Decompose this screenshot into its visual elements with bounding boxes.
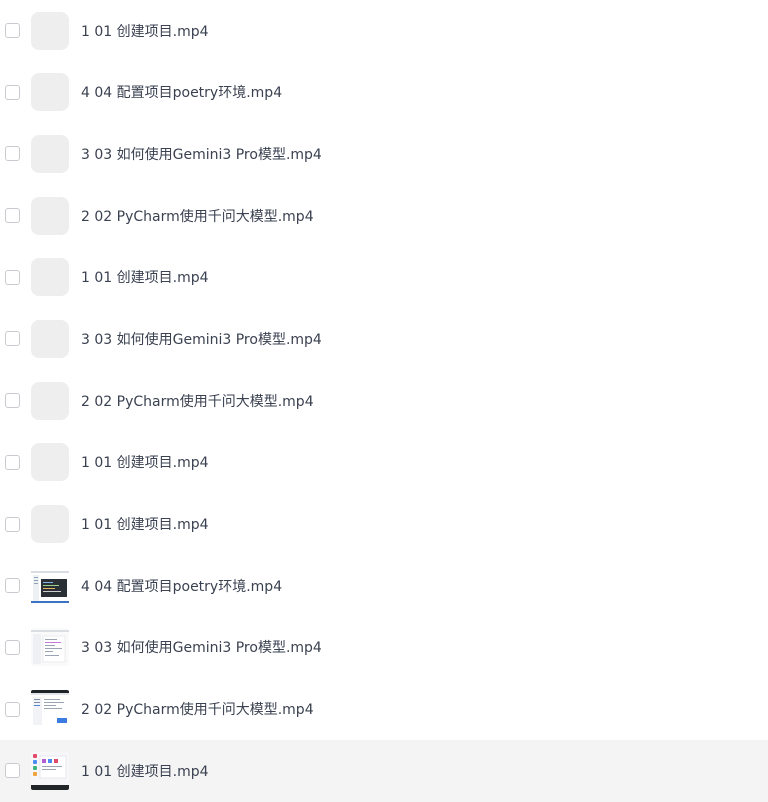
file-row[interactable]: 3 03 如何使用Gemini3 Pro模型.mp4 <box>0 308 768 370</box>
select-checkbox[interactable] <box>5 84 20 100</box>
select-checkbox[interactable] <box>5 23 20 38</box>
thumbnail-placeholder[interactable] <box>31 258 69 297</box>
select-checkbox[interactable] <box>5 331 20 347</box>
thumbnail-placeholder[interactable] <box>31 134 69 173</box>
file-row[interactable]: 1 01 创建项目.mp4 <box>0 0 768 61</box>
video-thumbnail[interactable] <box>31 751 69 790</box>
file-name[interactable]: 1 01 创建项目.mp4 <box>81 514 209 534</box>
select-checkbox[interactable] <box>5 269 20 285</box>
file-row[interactable]: 1 01 创建项目.mp4 <box>0 432 768 494</box>
file-row[interactable]: 4 04 配置项目poetry环境.mp4 <box>0 61 768 123</box>
file-row[interactable]: 4 04 配置项目poetry环境.mp4 <box>0 555 768 617</box>
select-checkbox[interactable] <box>5 146 20 162</box>
file-name[interactable]: 2 02 PyCharm使用千问大模型.mp4 <box>81 699 314 719</box>
file-list: 1 01 创建项目.mp4 4 04 配置项目poetry环境.mp4 3 03 如… <box>0 0 768 802</box>
file-name[interactable]: 1 01 创建项目.mp4 <box>81 452 209 472</box>
select-checkbox[interactable] <box>5 208 20 224</box>
file-name[interactable]: 1 01 创建项目.mp4 <box>81 267 209 287</box>
file-row[interactable]: 1 01 创建项目.mp4 <box>0 246 768 308</box>
file-name[interactable]: 3 03 如何使用Gemini3 Pro模型.mp4 <box>81 329 322 349</box>
file-row[interactable]: 3 03 如何使用Gemini3 Pro模型.mp4 <box>0 123 768 185</box>
select-checkbox[interactable] <box>5 516 20 532</box>
thumbnail-placeholder[interactable] <box>31 381 69 420</box>
select-checkbox[interactable] <box>5 701 20 717</box>
file-name[interactable]: 4 04 配置项目poetry环境.mp4 <box>81 576 282 596</box>
thumbnail-placeholder[interactable] <box>31 505 69 544</box>
select-checkbox[interactable] <box>5 763 20 779</box>
thumbnail-placeholder[interactable] <box>31 196 69 235</box>
file-row[interactable]: 1 01 创建项目.mp4 <box>0 740 768 802</box>
file-row[interactable]: 3 03 如何使用Gemini3 Pro模型.mp4 <box>0 617 768 679</box>
file-name[interactable]: 3 03 如何使用Gemini3 Pro模型.mp4 <box>81 144 322 164</box>
file-name[interactable]: 2 02 PyCharm使用千问大模型.mp4 <box>81 206 314 226</box>
video-thumbnail[interactable] <box>31 628 69 667</box>
video-thumbnail[interactable] <box>31 690 69 729</box>
file-row[interactable]: 2 02 PyCharm使用千问大模型.mp4 <box>0 370 768 432</box>
video-thumbnail[interactable] <box>31 566 69 605</box>
file-name[interactable]: 4 04 配置项目poetry环境.mp4 <box>81 82 282 102</box>
file-row[interactable]: 1 01 创建项目.mp4 <box>0 493 768 555</box>
file-name[interactable]: 2 02 PyCharm使用千问大模型.mp4 <box>81 391 314 411</box>
file-row[interactable]: 2 02 PyCharm使用千问大模型.mp4 <box>0 678 768 740</box>
file-name[interactable]: 3 03 如何使用Gemini3 Pro模型.mp4 <box>81 637 322 657</box>
select-checkbox[interactable] <box>5 393 20 409</box>
select-checkbox[interactable] <box>5 639 20 655</box>
file-name[interactable]: 1 01 创建项目.mp4 <box>81 21 209 41</box>
thumbnail-placeholder[interactable] <box>31 443 69 482</box>
file-name[interactable]: 1 01 创建项目.mp4 <box>81 761 209 781</box>
select-checkbox[interactable] <box>5 578 20 594</box>
select-checkbox[interactable] <box>5 454 20 470</box>
file-row[interactable]: 2 02 PyCharm使用千问大模型.mp4 <box>0 185 768 247</box>
thumbnail-placeholder[interactable] <box>31 11 69 50</box>
thumbnail-placeholder[interactable] <box>31 73 69 112</box>
thumbnail-placeholder[interactable] <box>31 319 69 358</box>
